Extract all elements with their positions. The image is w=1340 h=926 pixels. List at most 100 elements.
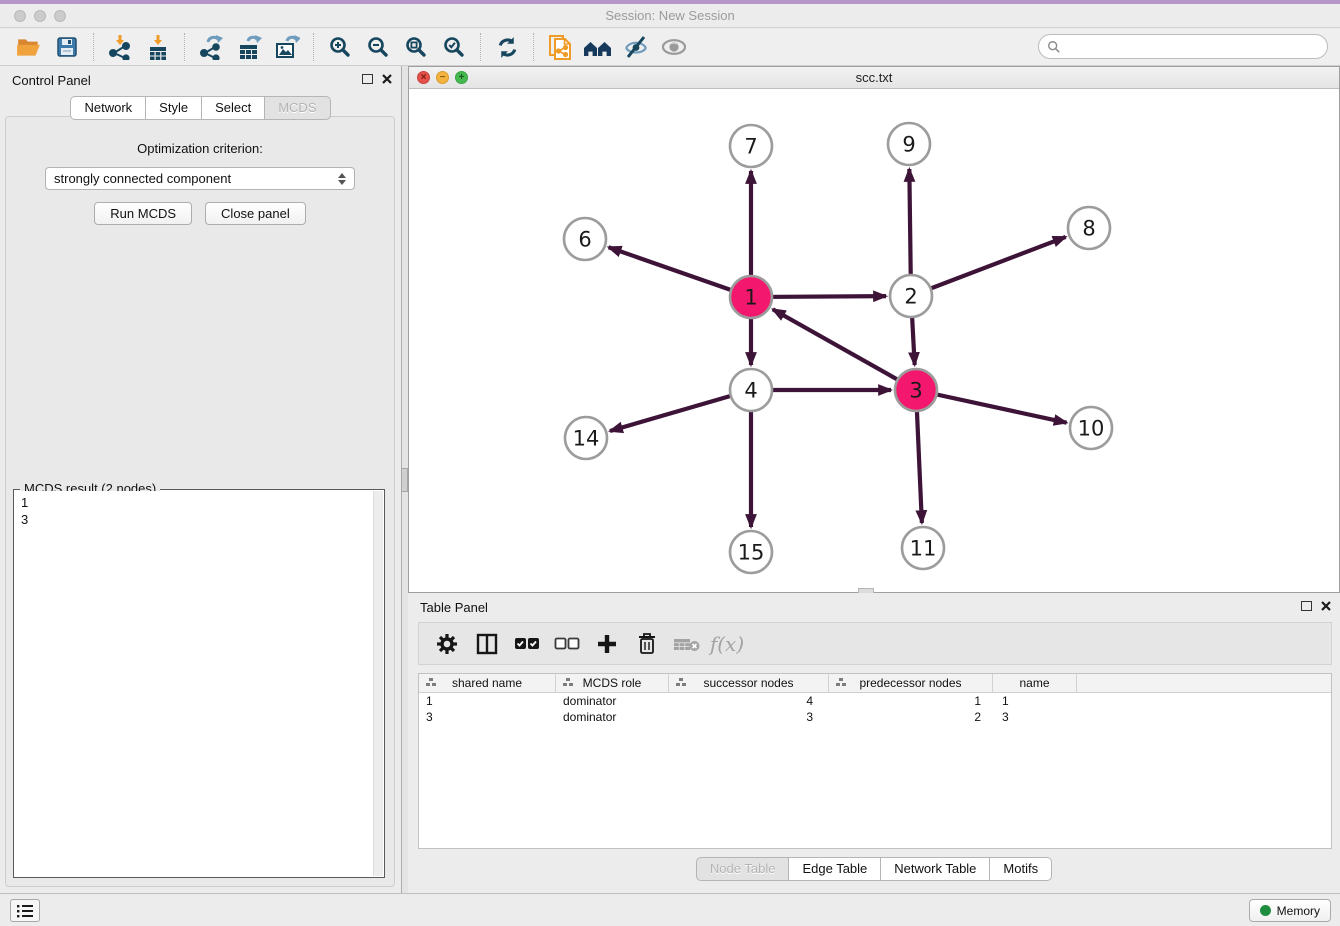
- graph-node-label: 10: [1078, 416, 1105, 440]
- table-settings-button[interactable]: [429, 627, 465, 661]
- graph-node-15[interactable]: 15: [730, 531, 772, 573]
- selected-criterion: strongly connected component: [54, 171, 338, 186]
- export-table-button[interactable]: [230, 31, 268, 63]
- graph-node-2[interactable]: 2: [890, 275, 932, 317]
- tab-mcds[interactable]: MCDS: [265, 96, 330, 120]
- table-row[interactable]: 1dominator411: [419, 693, 1331, 709]
- tab-edge-table[interactable]: Edge Table: [789, 857, 881, 881]
- graph-node-11[interactable]: 11: [902, 527, 944, 569]
- graph-node-label: 1: [744, 285, 757, 309]
- main-toolbar: [0, 29, 1340, 66]
- export-image-button[interactable]: [268, 31, 306, 63]
- zoom-selected-button[interactable]: [435, 31, 473, 63]
- close-panel-button[interactable]: Close panel: [205, 202, 306, 225]
- search-field[interactable]: [1038, 34, 1328, 59]
- mcds-result-list[interactable]: 13: [15, 491, 383, 876]
- flatten-tree-icon: [426, 678, 437, 688]
- tab-node-table[interactable]: Node Table: [696, 857, 790, 881]
- table-cell[interactable]: 1: [829, 693, 993, 709]
- graph-node-14[interactable]: 14: [565, 417, 607, 459]
- zoom-out-button[interactable]: [359, 31, 397, 63]
- search-input[interactable]: [1065, 39, 1327, 54]
- graph-edge-3-10[interactable]: [916, 390, 1067, 423]
- zoom-fit-button[interactable]: [397, 31, 435, 63]
- tab-select[interactable]: Select: [202, 96, 265, 120]
- add-column-button[interactable]: [589, 627, 625, 661]
- column-header-predecessor-nodes[interactable]: predecessor nodes: [829, 674, 993, 692]
- zoom-in-button[interactable]: [321, 31, 359, 63]
- table-cell[interactable]: 1: [419, 693, 556, 709]
- graph-node-3[interactable]: 3: [895, 369, 937, 411]
- table-cell[interactable]: 2: [829, 709, 993, 725]
- gear-icon: [435, 632, 459, 656]
- session-title: Session: New Session: [0, 8, 1340, 23]
- column-header-MCDS-role[interactable]: MCDS role: [556, 674, 669, 692]
- show-all-button[interactable]: [655, 31, 693, 63]
- show-column-button[interactable]: [469, 627, 505, 661]
- new-network-from-selection-button[interactable]: [541, 31, 579, 63]
- open-session-button[interactable]: [10, 31, 48, 63]
- vertical-splitter-handle[interactable]: [401, 468, 408, 492]
- save-icon: [55, 35, 79, 59]
- result-scrollbar[interactable]: [373, 491, 383, 876]
- select-all-button[interactable]: [509, 627, 545, 661]
- memory-button[interactable]: Memory: [1249, 899, 1331, 922]
- node-table: shared nameMCDS rolesuccessor nodesprede…: [418, 673, 1332, 849]
- apply-layout-button[interactable]: [488, 31, 526, 63]
- table-cell[interactable]: 3: [669, 709, 829, 725]
- main-titlebar[interactable]: Session: New Session: [0, 4, 1340, 28]
- graph-node-4[interactable]: 4: [730, 369, 772, 411]
- tab-network[interactable]: Network: [70, 96, 146, 120]
- table-cell[interactable]: 1: [993, 693, 1077, 709]
- graph-node-9[interactable]: 9: [888, 123, 930, 165]
- network-canvas[interactable]: 7 9 6 8 1 2 4 3 14 10 15 11: [409, 89, 1339, 592]
- graph-node-8[interactable]: 8: [1068, 207, 1110, 249]
- column-header-shared-name[interactable]: shared name: [419, 674, 556, 692]
- float-panel-icon[interactable]: [362, 74, 373, 84]
- tab-motifs[interactable]: Motifs: [990, 857, 1052, 881]
- network-window-titlebar[interactable]: × − + scc.txt: [409, 67, 1339, 89]
- table-cell[interactable]: dominator: [556, 693, 669, 709]
- table-cell[interactable]: dominator: [556, 709, 669, 725]
- table-cell[interactable]: 3: [419, 709, 556, 725]
- tab-network-table[interactable]: Network Table: [881, 857, 990, 881]
- deselect-all-button[interactable]: [549, 627, 585, 661]
- table-tabs: Node TableEdge TableNetwork TableMotifs: [408, 857, 1340, 881]
- graph-edge-1-6[interactable]: [609, 247, 751, 297]
- network-view-window: × − + scc.txt 7 9 6 8 1 2 4 3 14 10 15 11: [408, 66, 1340, 593]
- graph-node-label: 15: [738, 540, 765, 564]
- column-header-successor-nodes[interactable]: successor nodes: [669, 674, 829, 692]
- graph-node-1[interactable]: 1: [730, 276, 772, 318]
- graph-edge-3-1[interactable]: [773, 309, 916, 390]
- hide-selected-button[interactable]: [617, 31, 655, 63]
- optimization-criterion-select[interactable]: strongly connected component: [45, 167, 355, 190]
- apply-function-button[interactable]: f(x): [709, 627, 745, 661]
- import-table-button[interactable]: [139, 31, 177, 63]
- close-table-panel-icon[interactable]: [1320, 600, 1332, 612]
- memory-status-icon: [1260, 905, 1271, 916]
- zoom-selected-icon: [442, 35, 466, 59]
- table-row[interactable]: 3dominator323: [419, 709, 1331, 725]
- column-header-name[interactable]: name: [993, 674, 1077, 692]
- table-cell[interactable]: 3: [993, 709, 1077, 725]
- task-history-button[interactable]: [10, 899, 40, 922]
- graph-node-6[interactable]: 6: [564, 218, 606, 260]
- graph-node-7[interactable]: 7: [730, 125, 772, 167]
- run-mcds-button[interactable]: Run MCDS: [94, 202, 192, 225]
- flatten-tree-icon: [836, 678, 847, 688]
- graph-node-label: 14: [573, 426, 600, 450]
- graph-node-10[interactable]: 10: [1070, 407, 1112, 449]
- first-neighbors-button[interactable]: [579, 31, 617, 63]
- delete-column-button[interactable]: [629, 627, 665, 661]
- save-session-button[interactable]: [48, 31, 86, 63]
- float-table-panel-icon[interactable]: [1301, 601, 1312, 611]
- import-network-button[interactable]: [101, 31, 139, 63]
- table-cell[interactable]: 4: [669, 693, 829, 709]
- control-panel-tabs: NetworkStyleSelectMCDS: [0, 96, 401, 120]
- export-network-button[interactable]: [192, 31, 230, 63]
- graph-node-label: 4: [744, 378, 757, 402]
- close-panel-icon[interactable]: [381, 73, 393, 85]
- tab-style[interactable]: Style: [146, 96, 202, 120]
- graph-edge-2-8[interactable]: [911, 237, 1066, 296]
- delete-table-button[interactable]: [669, 627, 705, 661]
